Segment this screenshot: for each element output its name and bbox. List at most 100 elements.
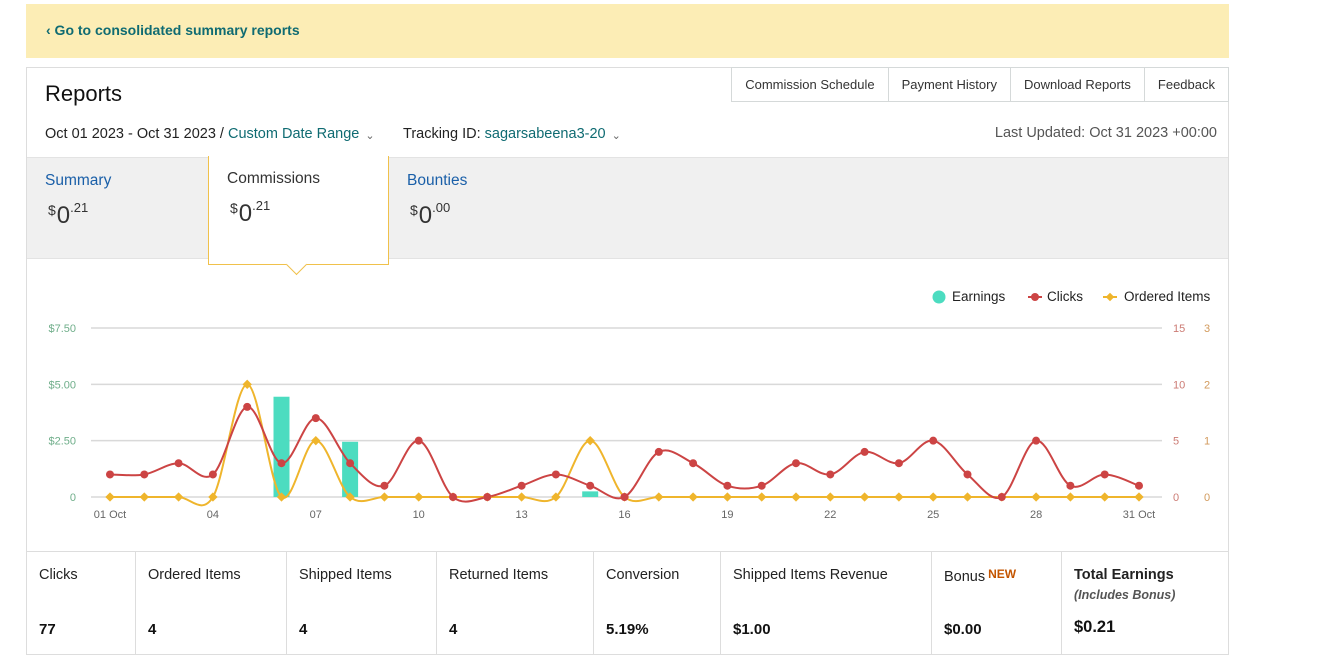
- stats-row: Clicks 77 Ordered Items 4 Shipped Items …: [27, 551, 1228, 655]
- tab-commissions-label: Commissions: [227, 170, 321, 187]
- clicks-point[interactable]: [620, 493, 629, 501]
- clicks-point[interactable]: [1066, 481, 1075, 490]
- ordered-items-point[interactable]: [722, 492, 733, 502]
- clicks-point[interactable]: [140, 470, 149, 479]
- ordered-items-point[interactable]: [757, 492, 767, 502]
- clicks-point[interactable]: [826, 470, 835, 479]
- clicks-point[interactable]: [449, 493, 457, 501]
- ordered-items-point[interactable]: [379, 492, 390, 502]
- clicks-point[interactable]: [106, 470, 114, 479]
- clicks-point[interactable]: [346, 459, 355, 468]
- ordered-items-point[interactable]: [825, 492, 835, 502]
- stat-total-earnings-label: Total Earnings: [1074, 567, 1174, 583]
- legend-ordered-items-label[interactable]: Ordered Items: [1124, 289, 1211, 304]
- date-range-dropdown[interactable]: Custom Date Range: [228, 126, 359, 142]
- clicks-point[interactable]: [243, 402, 252, 411]
- x-tick-label: 16: [618, 509, 630, 521]
- clicks-point[interactable]: [997, 493, 1006, 501]
- ordered-items-point[interactable]: [928, 492, 938, 502]
- stat-ordered-items-label: Ordered Items: [148, 567, 241, 583]
- clicks-point[interactable]: [174, 459, 183, 468]
- stat-shipped-revenue: Shipped Items Revenue $1.00: [720, 552, 931, 655]
- ordered-items-point[interactable]: [859, 492, 870, 502]
- commissions-chart: $7.50 15 3$5.00 10 2$2.50 5 10 0 001 Oct 04 07 10 13…: [48, 289, 1211, 521]
- clicks-point[interactable]: [792, 459, 800, 468]
- tracking-id-dropdown[interactable]: sagarsabeena3-20: [485, 126, 606, 142]
- ordered-items-point[interactable]: [962, 492, 973, 502]
- clicks-point[interactable]: [1100, 470, 1109, 479]
- stat-bonus-label: Bonus NEW: [944, 567, 1017, 585]
- ordered-items-point[interactable]: [1065, 492, 1076, 502]
- stat-clicks: Clicks 77: [27, 552, 135, 655]
- stat-total-earnings: Total Earnings (Includes Bonus) $0.21: [1061, 552, 1228, 655]
- chevron-down-icon[interactable]: ⌄: [365, 129, 374, 142]
- ordered-items-point[interactable]: [688, 492, 698, 502]
- clicks-point[interactable]: [723, 481, 732, 490]
- ordered-items-point[interactable]: [311, 435, 321, 446]
- ordered-items-point[interactable]: [516, 492, 527, 502]
- ordered-items-point[interactable]: [1134, 492, 1144, 502]
- clicks-point[interactable]: [963, 470, 972, 479]
- ordered-items-point[interactable]: [1100, 492, 1110, 502]
- x-tick-label: 31 Oct: [1123, 509, 1155, 521]
- tab-commissions-amount: $0.21: [230, 198, 271, 227]
- commission-schedule-button[interactable]: Commission Schedule: [732, 68, 887, 101]
- clicks-point[interactable]: [1135, 481, 1143, 490]
- stat-shipped-revenue-label: Shipped Items Revenue: [733, 567, 888, 583]
- date-range-text: Oct 01 2023 - Oct 31 2023: [45, 126, 216, 142]
- clicks-point[interactable]: [380, 481, 389, 490]
- ordered-items-point[interactable]: [414, 492, 424, 502]
- clicks-point[interactable]: [894, 459, 903, 468]
- ordered-items-point[interactable]: [1031, 492, 1041, 502]
- ordered-items-point[interactable]: [654, 492, 664, 502]
- tab-bounties-amount: $0.00: [410, 200, 451, 229]
- clicks-point[interactable]: [208, 470, 217, 479]
- clicks-point[interactable]: [929, 436, 938, 445]
- consolidated-summary-link[interactable]: ‹ Go to consolidated summary reports: [46, 22, 300, 38]
- y-left-tick-label: 0: [70, 492, 76, 504]
- clicks-point[interactable]: [689, 459, 698, 468]
- earnings-bar[interactable]: [273, 396, 290, 497]
- legend-earnings-label[interactable]: Earnings: [952, 289, 1006, 304]
- stat-ordered-items-value: 4: [148, 621, 157, 638]
- x-tick-label: 01 Oct: [94, 509, 126, 521]
- y-items-tick-label: 3: [1204, 323, 1210, 335]
- tab-bounties[interactable]: Bounties $0.00: [389, 158, 570, 260]
- clicks-point[interactable]: [311, 414, 320, 423]
- ordered-items-point[interactable]: [173, 492, 184, 502]
- tab-summary[interactable]: Summary $0.21: [27, 158, 208, 260]
- ordered-items-point[interactable]: [585, 435, 595, 446]
- stat-returned-items-value: 4: [449, 621, 458, 638]
- clicks-point[interactable]: [551, 470, 560, 479]
- last-updated-text: Last Updated: Oct 31 2023 +00:00: [994, 125, 1217, 141]
- download-reports-button[interactable]: Download Reports: [1009, 68, 1144, 101]
- ordered-items-point[interactable]: [894, 492, 904, 502]
- payment-history-button[interactable]: Payment History: [887, 68, 1010, 101]
- legend-clicks-label[interactable]: Clicks: [1047, 289, 1083, 304]
- feedback-button[interactable]: Feedback: [1143, 68, 1228, 101]
- chevron-down-icon[interactable]: ⌄: [612, 129, 621, 142]
- stat-conversion: Conversion 5.19%: [593, 552, 720, 655]
- clicks-point[interactable]: [277, 459, 286, 468]
- ordered-items-point[interactable]: [791, 492, 801, 502]
- ordered-items-point[interactable]: [105, 492, 115, 502]
- y-clicks-tick-label: 15: [1173, 323, 1185, 335]
- clicks-point[interactable]: [1032, 436, 1041, 445]
- clicks-point[interactable]: [757, 481, 766, 490]
- clicks-point[interactable]: [414, 436, 423, 445]
- clicks-point[interactable]: [860, 447, 869, 456]
- tab-summary-label: Summary: [45, 172, 112, 189]
- tab-commissions[interactable]: Commissions $0.21: [208, 156, 389, 276]
- tracking-id-label: Tracking ID:: [403, 126, 481, 142]
- clicks-point[interactable]: [517, 481, 526, 490]
- clicks-point[interactable]: [654, 447, 663, 456]
- clicks-point[interactable]: [483, 493, 492, 501]
- ordered-items-line: [110, 383, 1139, 507]
- y-items-tick-label: 2: [1204, 379, 1210, 391]
- reports-card: Reports Commission Schedule Payment Hist…: [26, 67, 1229, 655]
- page-title: Reports: [45, 81, 123, 106]
- earnings-bar[interactable]: [582, 491, 599, 497]
- legend-earnings-marker: [932, 290, 946, 304]
- clicks-point[interactable]: [586, 481, 595, 490]
- ordered-items-point[interactable]: [139, 492, 149, 502]
